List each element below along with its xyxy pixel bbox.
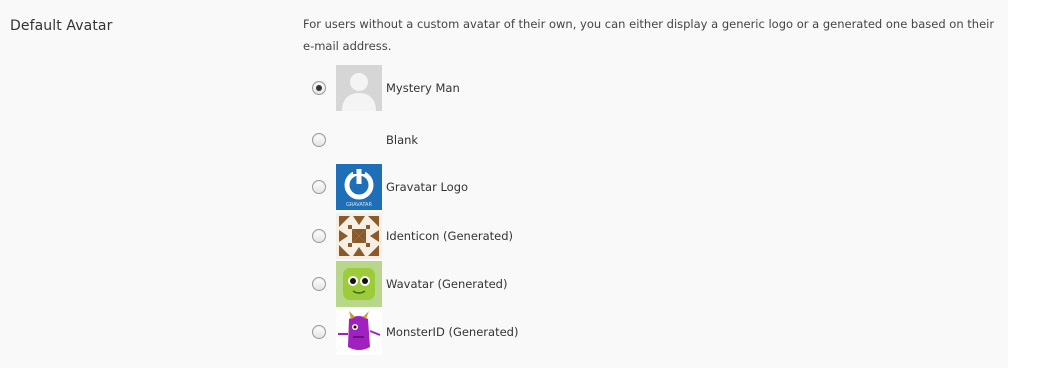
label-gravatar-logo: Gravatar Logo [386,180,469,194]
radio-gravatar-logo[interactable] [312,180,326,194]
mystery-man-avatar-icon [336,65,382,111]
avatar-option-gravatar-logo[interactable]: GRAVATAR Gravatar Logo [306,164,706,210]
wavatar-avatar-icon [336,261,382,307]
label-mystery-man: Mystery Man [386,81,460,95]
avatar-option-identicon[interactable]: Identicon (Generated) [306,213,706,259]
monsterid-avatar-icon [336,309,382,355]
default-avatar-label: Default Avatar [10,18,113,34]
label-wavatar: Wavatar (Generated) [386,277,508,291]
avatar-options-group: Mystery Man Blank GRAVATAR Gravatar Logo… [306,0,1006,368]
avatar-option-wavatar[interactable]: Wavatar (Generated) [306,261,706,307]
avatar-option-monsterid[interactable]: MonsterID (Generated) [306,309,706,355]
radio-identicon[interactable] [312,229,326,243]
avatar-option-blank[interactable]: Blank [306,117,706,163]
radio-blank[interactable] [312,133,326,147]
radio-wavatar[interactable] [312,277,326,291]
blank-avatar-icon [336,117,382,163]
label-monsterid: MonsterID (Generated) [386,325,519,339]
avatar-option-mystery-man[interactable]: Mystery Man [306,65,706,111]
gravatar-logo-icon: GRAVATAR [336,164,382,210]
identicon-avatar-icon [336,213,382,259]
label-identicon: Identicon (Generated) [386,229,514,243]
radio-mystery-man[interactable] [312,81,326,95]
settings-panel: Default Avatar For users without a custo… [0,0,1008,368]
radio-monsterid[interactable] [312,325,326,339]
gravatar-logo-caption: GRAVATAR [346,202,372,208]
label-blank: Blank [386,133,419,147]
